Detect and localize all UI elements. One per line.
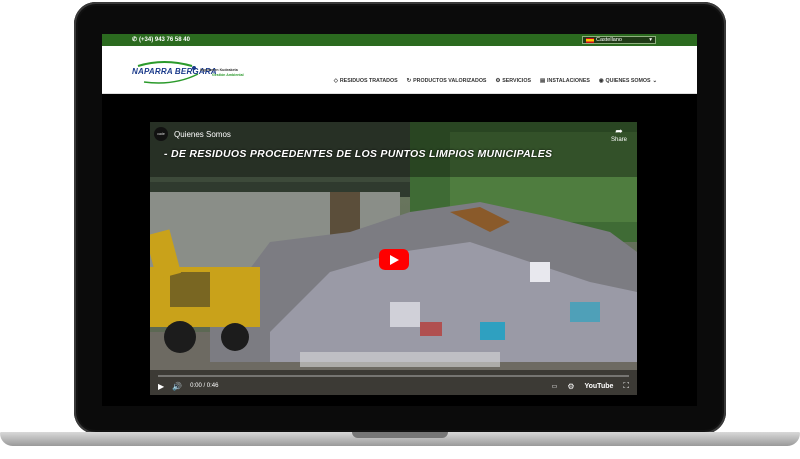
language-select[interactable]: Castellano ▾ — [582, 36, 656, 44]
main-nav: ◇ RESIDUOS TRATADOS ↻ PRODUCTOS VALORIZADO… — [334, 78, 657, 84]
video-player[interactable]: cade Quienes Somos ➦ Share - DE RESIDUOS… — [150, 122, 637, 395]
volume-icon[interactable]: 🔊 — [172, 382, 182, 391]
video-caption-banner: - DE RESIDUOS PROCEDENTES DE LOS PUNTOS … — [164, 148, 553, 160]
video-title[interactable]: Quienes Somos — [174, 130, 231, 139]
captions-icon[interactable]: ▭ — [552, 383, 558, 390]
brand-logo[interactable]: NAPARRA BERGARA Ingurumen Kudeaketa Gest… — [132, 58, 252, 84]
globe-icon: ◉ — [598, 78, 604, 84]
main-content: cade Quienes Somos ➦ Share - DE RESIDUOS… — [102, 94, 697, 406]
play-button[interactable] — [379, 249, 409, 270]
nav-item-residuos-tratados[interactable]: ◇ RESIDUOS TRATADOS — [334, 78, 398, 84]
nav-item-servicios[interactable]: ⚙ SERVICIOS — [495, 78, 531, 84]
chevron-down-icon: ⌄ — [652, 78, 657, 84]
spain-flag-icon — [586, 37, 594, 43]
share-button[interactable]: ➦ Share — [611, 126, 627, 143]
share-icon: ➦ — [615, 126, 623, 136]
building-icon: ▤ — [540, 78, 546, 84]
phone-number: (+34) 943 76 58 40 — [139, 36, 190, 43]
chevron-down-icon: ▾ — [649, 37, 652, 43]
video-controls: ▶ 🔊 0:00 / 0:46 ▭ ⚙ YouTube ⛶ — [150, 377, 637, 395]
nav-item-productos-valorizados[interactable]: ↻ PRODUCTOS VALORIZADOS — [407, 78, 487, 84]
time-display: 0:00 / 0:46 — [190, 383, 219, 389]
site-header: NAPARRA BERGARA Ingurumen Kudeaketa Gest… — [102, 46, 697, 94]
nav-item-quienes-somos[interactable]: ◉ QUIENES SOMOS ⌄ — [599, 78, 657, 84]
fullscreen-icon[interactable]: ⛶ — [623, 381, 629, 391]
recycle-icon: ◇ — [333, 78, 338, 84]
gear-icon: ⚙ — [495, 78, 501, 84]
video-title-bar: cade Quienes Somos — [150, 122, 637, 146]
refresh-icon: ↻ — [406, 78, 412, 84]
controls-right: ▭ ⚙ YouTube ⛶ — [552, 381, 629, 391]
laptop-screen: ✆ (+34) 943 76 58 40 Castellano ▾ NAPARR… — [102, 34, 697, 406]
share-label: Share — [610, 137, 627, 143]
laptop-notch — [352, 432, 448, 438]
brand-tagline-1: Ingurumen Kudeaketa — [200, 68, 238, 72]
phone-contact[interactable]: ✆ (+34) 943 76 58 40 — [132, 36, 190, 44]
brand-tagline-2: Gestión Ambiental — [212, 73, 244, 77]
channel-avatar[interactable]: cade — [154, 127, 168, 141]
top-bar: ✆ (+34) 943 76 58 40 Castellano ▾ — [102, 34, 697, 46]
play-small-icon[interactable]: ▶ — [158, 382, 164, 391]
language-label: Castellano — [596, 37, 622, 43]
youtube-logo[interactable]: YouTube — [584, 383, 613, 390]
phone-icon: ✆ — [132, 37, 138, 43]
nav-item-instalaciones[interactable]: ▤ INSTALACIONES — [540, 78, 590, 84]
gear-icon[interactable]: ⚙ — [567, 382, 574, 391]
play-icon — [390, 254, 399, 265]
